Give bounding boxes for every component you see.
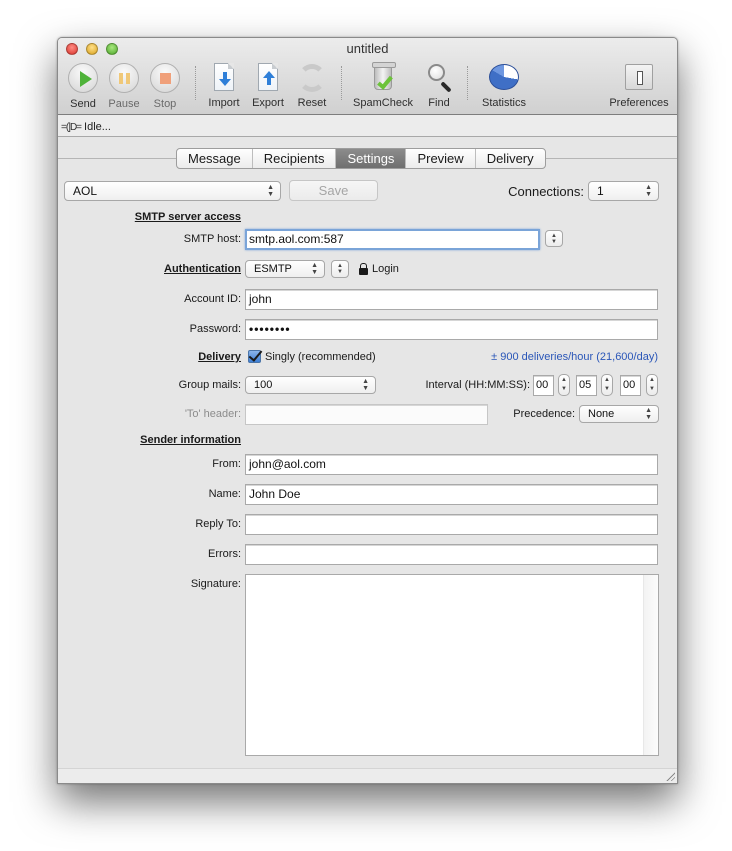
tab-recipients[interactable]: Recipients: [253, 149, 337, 168]
auth-method-stepper[interactable]: ▲ ▼: [331, 260, 349, 278]
password-label: Password:: [189, 323, 241, 335]
preferences-button[interactable]: Preferences: [606, 62, 672, 109]
tab-preview[interactable]: Preview: [406, 149, 476, 168]
window-bottom-bar: [58, 768, 677, 783]
signature-scrollbar[interactable]: [643, 575, 658, 755]
group-mails-label: Group mails:: [178, 379, 241, 391]
tab-bar: Message Recipients Settings Preview Deli…: [176, 148, 546, 169]
precedence-label: Precedence:: [513, 408, 575, 420]
magnifier-icon: [428, 64, 445, 81]
window-title: untitled: [346, 41, 389, 56]
stop-button[interactable]: Stop: [145, 62, 185, 110]
status-text: Idle...: [84, 121, 111, 133]
toolbar-separator: [341, 66, 342, 100]
login-label: Login: [372, 263, 399, 275]
group-mails-select[interactable]: 100: [245, 376, 376, 394]
reset-button[interactable]: Reset: [292, 62, 332, 109]
select-arrows-icon: [267, 184, 274, 198]
singly-checkbox[interactable]: [248, 350, 261, 363]
import-button[interactable]: Import: [203, 62, 245, 109]
delivery-rate-text: ± 900 deliveries/hour (21,600/day): [491, 351, 658, 363]
resize-grip-icon[interactable]: [665, 771, 675, 781]
reset-icon: [298, 64, 326, 92]
delivery-label[interactable]: Delivery: [98, 351, 241, 363]
signature-textarea[interactable]: [245, 574, 659, 756]
select-arrows-icon: [645, 184, 652, 198]
send-button[interactable]: Send: [63, 62, 103, 110]
title-bar: untitled Send Pause Stop Import Export R…: [58, 38, 677, 115]
account-id-label: Account ID:: [184, 293, 241, 305]
pie-chart-icon: [489, 64, 519, 90]
account-id-input[interactable]: john: [245, 289, 658, 310]
interval-seconds-input[interactable]: 00: [620, 375, 641, 396]
interval-hours-stepper[interactable]: ▲ ▼: [558, 374, 570, 396]
smtp-host-label: SMTP host:: [183, 233, 241, 245]
errors-input[interactable]: [245, 544, 658, 565]
connections-label: Connections:: [508, 184, 584, 199]
spamcheck-button[interactable]: SpamCheck: [350, 62, 416, 109]
to-header-input[interactable]: [245, 404, 488, 425]
toolbar-separator: [467, 66, 468, 100]
reply-to-label: Reply To:: [195, 518, 241, 530]
from-label: From:: [212, 458, 241, 470]
to-header-label: 'To' header:: [184, 408, 241, 420]
signature-label: Signature:: [190, 578, 241, 590]
tab-settings[interactable]: Settings: [336, 149, 407, 168]
authentication-select[interactable]: ESMTP: [245, 260, 325, 278]
export-button[interactable]: Export: [247, 62, 289, 109]
password-input[interactable]: ••••••••: [245, 319, 658, 340]
find-button[interactable]: Find: [420, 62, 458, 109]
name-input[interactable]: John Doe: [245, 484, 658, 505]
smtp-section-heading: SMTP server access: [134, 211, 241, 223]
select-arrows-icon: [311, 262, 318, 276]
switch-icon: [625, 64, 653, 90]
account-preset-select[interactable]: AOL: [64, 181, 281, 201]
connections-select[interactable]: 1: [588, 181, 659, 201]
errors-label: Errors:: [208, 548, 241, 560]
interval-seconds-stepper[interactable]: ▲ ▼: [646, 374, 658, 396]
from-input[interactable]: john@aol.com: [245, 454, 658, 475]
status-bar: =(]D= Idle...: [58, 115, 677, 137]
precedence-select[interactable]: None: [579, 405, 659, 423]
save-button[interactable]: Save: [289, 180, 378, 201]
singly-label[interactable]: Singly (recommended): [265, 351, 376, 363]
interval-minutes-input[interactable]: 05: [576, 375, 597, 396]
interval-minutes-stepper[interactable]: ▲ ▼: [601, 374, 613, 396]
reply-to-input[interactable]: [245, 514, 658, 535]
app-window: untitled Send Pause Stop Import Export R…: [57, 37, 678, 784]
sender-section-heading: Sender information: [140, 434, 241, 446]
import-icon: [214, 63, 234, 91]
toolbar-separator: [195, 66, 196, 100]
toolbar: Send Pause Stop Import Export Reset Spam…: [58, 62, 677, 112]
authentication-label[interactable]: Authentication: [98, 263, 241, 275]
statistics-button[interactable]: Statistics: [476, 62, 532, 109]
tab-message[interactable]: Message: [177, 149, 253, 168]
pause-button[interactable]: Pause: [104, 62, 144, 110]
interval-hours-input[interactable]: 00: [533, 375, 554, 396]
select-arrows-icon: [362, 378, 369, 392]
export-icon: [258, 63, 278, 91]
stop-icon: [160, 73, 171, 84]
smtp-host-presets-button[interactable]: ▲ ▼: [545, 230, 563, 247]
interval-label: Interval (HH:MM:SS):: [425, 379, 530, 391]
name-label: Name:: [208, 488, 241, 500]
pause-icon: [119, 73, 123, 84]
tab-delivery[interactable]: Delivery: [476, 149, 545, 168]
select-arrows-icon: [645, 407, 652, 421]
plug-icon: =(]D=: [61, 121, 82, 133]
smtp-host-input[interactable]: smtp.aol.com:587: [245, 229, 540, 250]
lock-icon: [359, 263, 368, 275]
play-icon: [80, 71, 92, 87]
